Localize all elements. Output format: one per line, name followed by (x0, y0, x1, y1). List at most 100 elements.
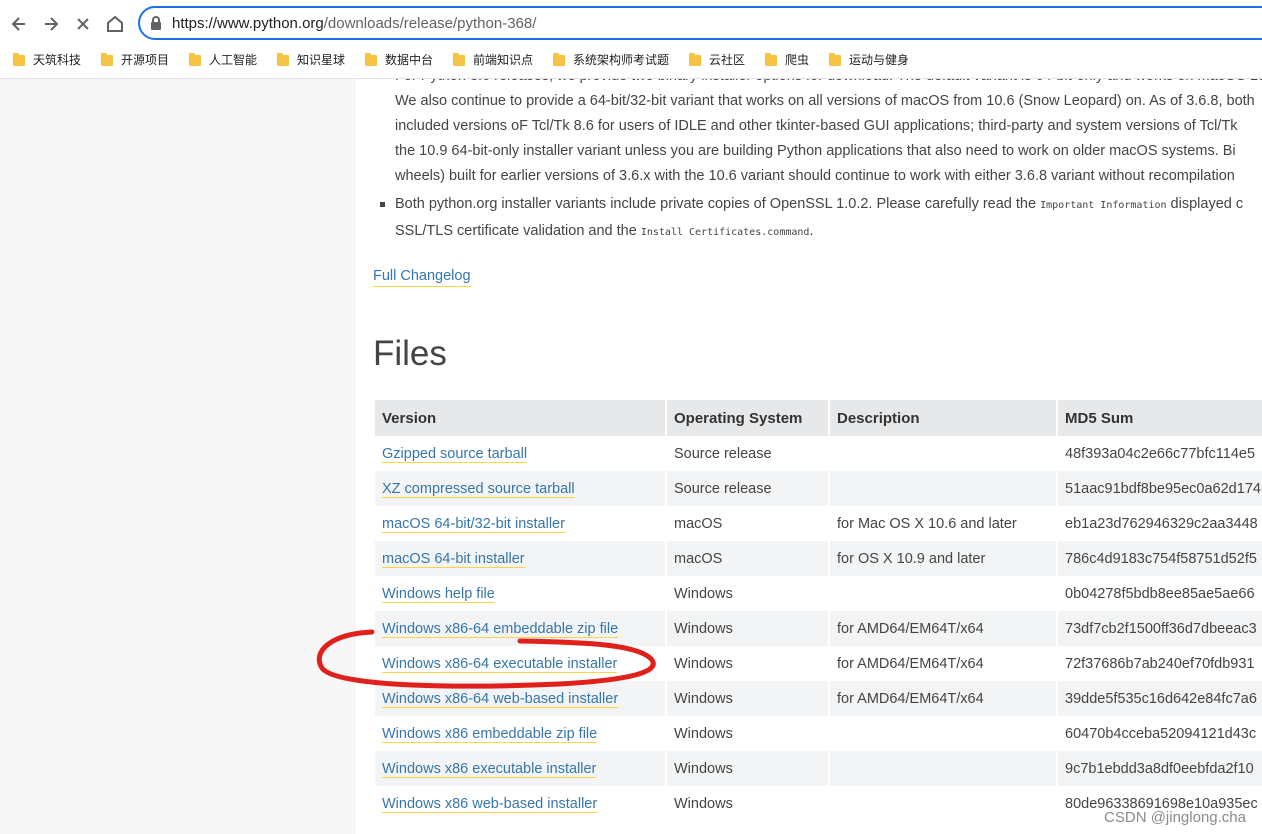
os-cell: macOS (667, 541, 828, 576)
description-cell: for AMD64/EM64T/x64 (830, 646, 1056, 681)
md5-cell: eb1a23d762946329c2aa3448 (1058, 506, 1262, 541)
download-link[interactable]: Windows x86-64 executable installer (382, 655, 618, 673)
table-row: Windows help file Windows 0b04278f5bdb8ee8… (375, 576, 1262, 611)
notes-text: . (809, 223, 814, 239)
os-cell: Windows (667, 786, 828, 821)
md5-cell: 51aac91bdf8be95ec0a62d174 (1058, 471, 1262, 506)
full-changelog-link[interactable]: Full Changelog (373, 267, 471, 287)
url-host: https://www.python.org (172, 15, 324, 32)
table-row: Gzipped source tarball Source release 48f3… (375, 436, 1262, 471)
version-cell: macOS 64-bit/32-bit installer (375, 506, 665, 541)
os-cell: Windows (667, 576, 828, 611)
bookmark-folder[interactable]: 运动与健身 (829, 51, 909, 68)
download-link[interactable]: Windows x86-64 embeddable zip file (382, 620, 619, 638)
bookmark-label: 数据中台 (385, 53, 434, 67)
home-button[interactable] (103, 12, 127, 36)
bookmark-folder[interactable]: 天筑科技 (13, 51, 81, 68)
bookmark-label: 人工智能 (209, 53, 258, 67)
bookmark-folder[interactable]: 知识星球 (277, 51, 345, 68)
md5-cell: 48f393a04c2e66c77bfc114e5 (1058, 436, 1262, 471)
table-row: macOS 64-bit installer macOS for OS X 10.9… (375, 541, 1262, 576)
bookmark-folder[interactable]: 人工智能 (189, 51, 257, 68)
download-link[interactable]: Windows x86 web-based installer (382, 795, 598, 813)
folder-icon (277, 52, 289, 66)
column-header-os: Operating System (667, 400, 828, 436)
description-cell (830, 751, 1056, 786)
bookmark-folder[interactable]: 系统架构师考试题 (553, 51, 669, 68)
csdn-watermark: CSDN @jinglong.cha (1104, 809, 1246, 826)
md5-cell: 39dde5f535c16d642e84fc7a6 (1058, 681, 1262, 716)
notes-line: We also continue to provide a 64-bit/32-… (395, 93, 1255, 109)
version-cell: Windows x86-64 web-based installer (375, 681, 665, 716)
table-header-row: Version Operating System Description MD5… (375, 400, 1262, 436)
description-cell (830, 786, 1056, 821)
address-bar[interactable]: https://www.python.org/downloads/release… (138, 6, 1262, 40)
version-cell: Windows x86 executable installer (375, 751, 665, 786)
os-cell: Windows (667, 681, 828, 716)
description-cell (830, 471, 1056, 506)
bookmark-folder[interactable]: 爬虫 (765, 51, 809, 68)
table-row: Windows x86-64 executable installer Windo… (375, 646, 1262, 681)
notes-line: wheels) built for earlier versions of 3.… (395, 168, 1235, 184)
description-cell (830, 436, 1056, 471)
table-row: XZ compressed source tarball Source relea… (375, 471, 1262, 506)
page-viewport: For Python 3.6 releases, we provide two … (0, 68, 1262, 834)
bookmark-folder[interactable]: 前端知识点 (453, 51, 533, 68)
download-link[interactable]: Gzipped source tarball (382, 445, 528, 463)
notes-line: included versions oF Tcl/Tk 8.6 for user… (395, 118, 1238, 134)
folder-icon (689, 52, 701, 66)
folder-icon (189, 52, 201, 66)
table-row: Windows x86-64 embeddable zip file Window… (375, 611, 1262, 646)
download-link[interactable]: Windows x86 executable installer (382, 760, 597, 778)
md5-cell: 72f37686b7ab240ef70fdb931 (1058, 646, 1262, 681)
bookmark-folder[interactable]: 数据中台 (365, 51, 433, 68)
list-item: Both python.org installer variants inclu… (376, 192, 1262, 245)
bookmark-folder[interactable]: 云社区 (689, 51, 745, 68)
bookmark-label: 系统架构师考试题 (573, 53, 670, 67)
bookmark-label: 天筑科技 (33, 53, 82, 67)
forward-button[interactable] (39, 12, 63, 36)
folder-icon (365, 52, 377, 66)
download-link[interactable]: Windows help file (382, 585, 495, 603)
folder-icon (765, 52, 777, 66)
version-cell: Windows help file (375, 576, 665, 611)
os-cell: Source release (667, 471, 828, 506)
notes-text: Both python.org installer variants inclu… (395, 196, 1041, 212)
close-icon (77, 18, 89, 30)
version-cell: Windows x86-64 embeddable zip file (375, 611, 665, 646)
version-cell: macOS 64-bit installer (375, 541, 665, 576)
download-link[interactable]: macOS 64-bit/32-bit installer (382, 515, 565, 533)
bookmark-label: 知识星球 (297, 53, 346, 67)
download-link[interactable]: Windows x86 embeddable zip file (382, 725, 598, 743)
download-link[interactable]: macOS 64-bit installer (382, 550, 525, 568)
stop-loading-button[interactable] (71, 12, 95, 36)
folder-icon (553, 52, 565, 66)
os-cell: Windows (667, 611, 828, 646)
browser-toolbar: https://www.python.org/downloads/release… (0, 0, 1262, 79)
bookmark-label: 爬虫 (785, 53, 810, 67)
table-row: Windows x86 embeddable zip file Windows 60… (375, 716, 1262, 751)
back-button[interactable] (7, 12, 31, 36)
description-cell: for Mac OS X 10.6 and later (830, 506, 1056, 541)
os-cell: macOS (667, 506, 828, 541)
download-link[interactable]: Windows x86-64 web-based installer (382, 690, 619, 708)
bookmark-label: 开源项目 (121, 53, 170, 67)
bullet-marker (380, 202, 385, 207)
download-link[interactable]: XZ compressed source tarball (382, 480, 575, 498)
files-heading: Files (373, 334, 447, 373)
notes-line: the 10.9 64-bit-only installer variant u… (395, 143, 1236, 159)
description-cell: for AMD64/EM64T/x64 (830, 681, 1056, 716)
version-cell: Windows x86-64 executable installer (375, 646, 665, 681)
files-table-body: Gzipped source tarball Source release 48f3… (375, 436, 1262, 821)
release-notes: For Python 3.6 releases, we provide two … (376, 64, 1262, 245)
version-cell: Windows x86 web-based installer (375, 786, 665, 821)
code-text: Important Information (1040, 200, 1167, 211)
md5-cell: 0b04278f5bdb8ee85ae5ae66 (1058, 576, 1262, 611)
code-text: Install Certificates.command (640, 227, 810, 238)
bookmark-folder[interactable]: 开源项目 (101, 51, 169, 68)
version-cell: Windows x86 embeddable zip file (375, 716, 665, 751)
bookmark-label: 前端知识点 (473, 53, 534, 67)
column-header-version: Version (375, 400, 665, 436)
folder-icon (13, 52, 25, 66)
os-cell: Source release (667, 436, 828, 471)
